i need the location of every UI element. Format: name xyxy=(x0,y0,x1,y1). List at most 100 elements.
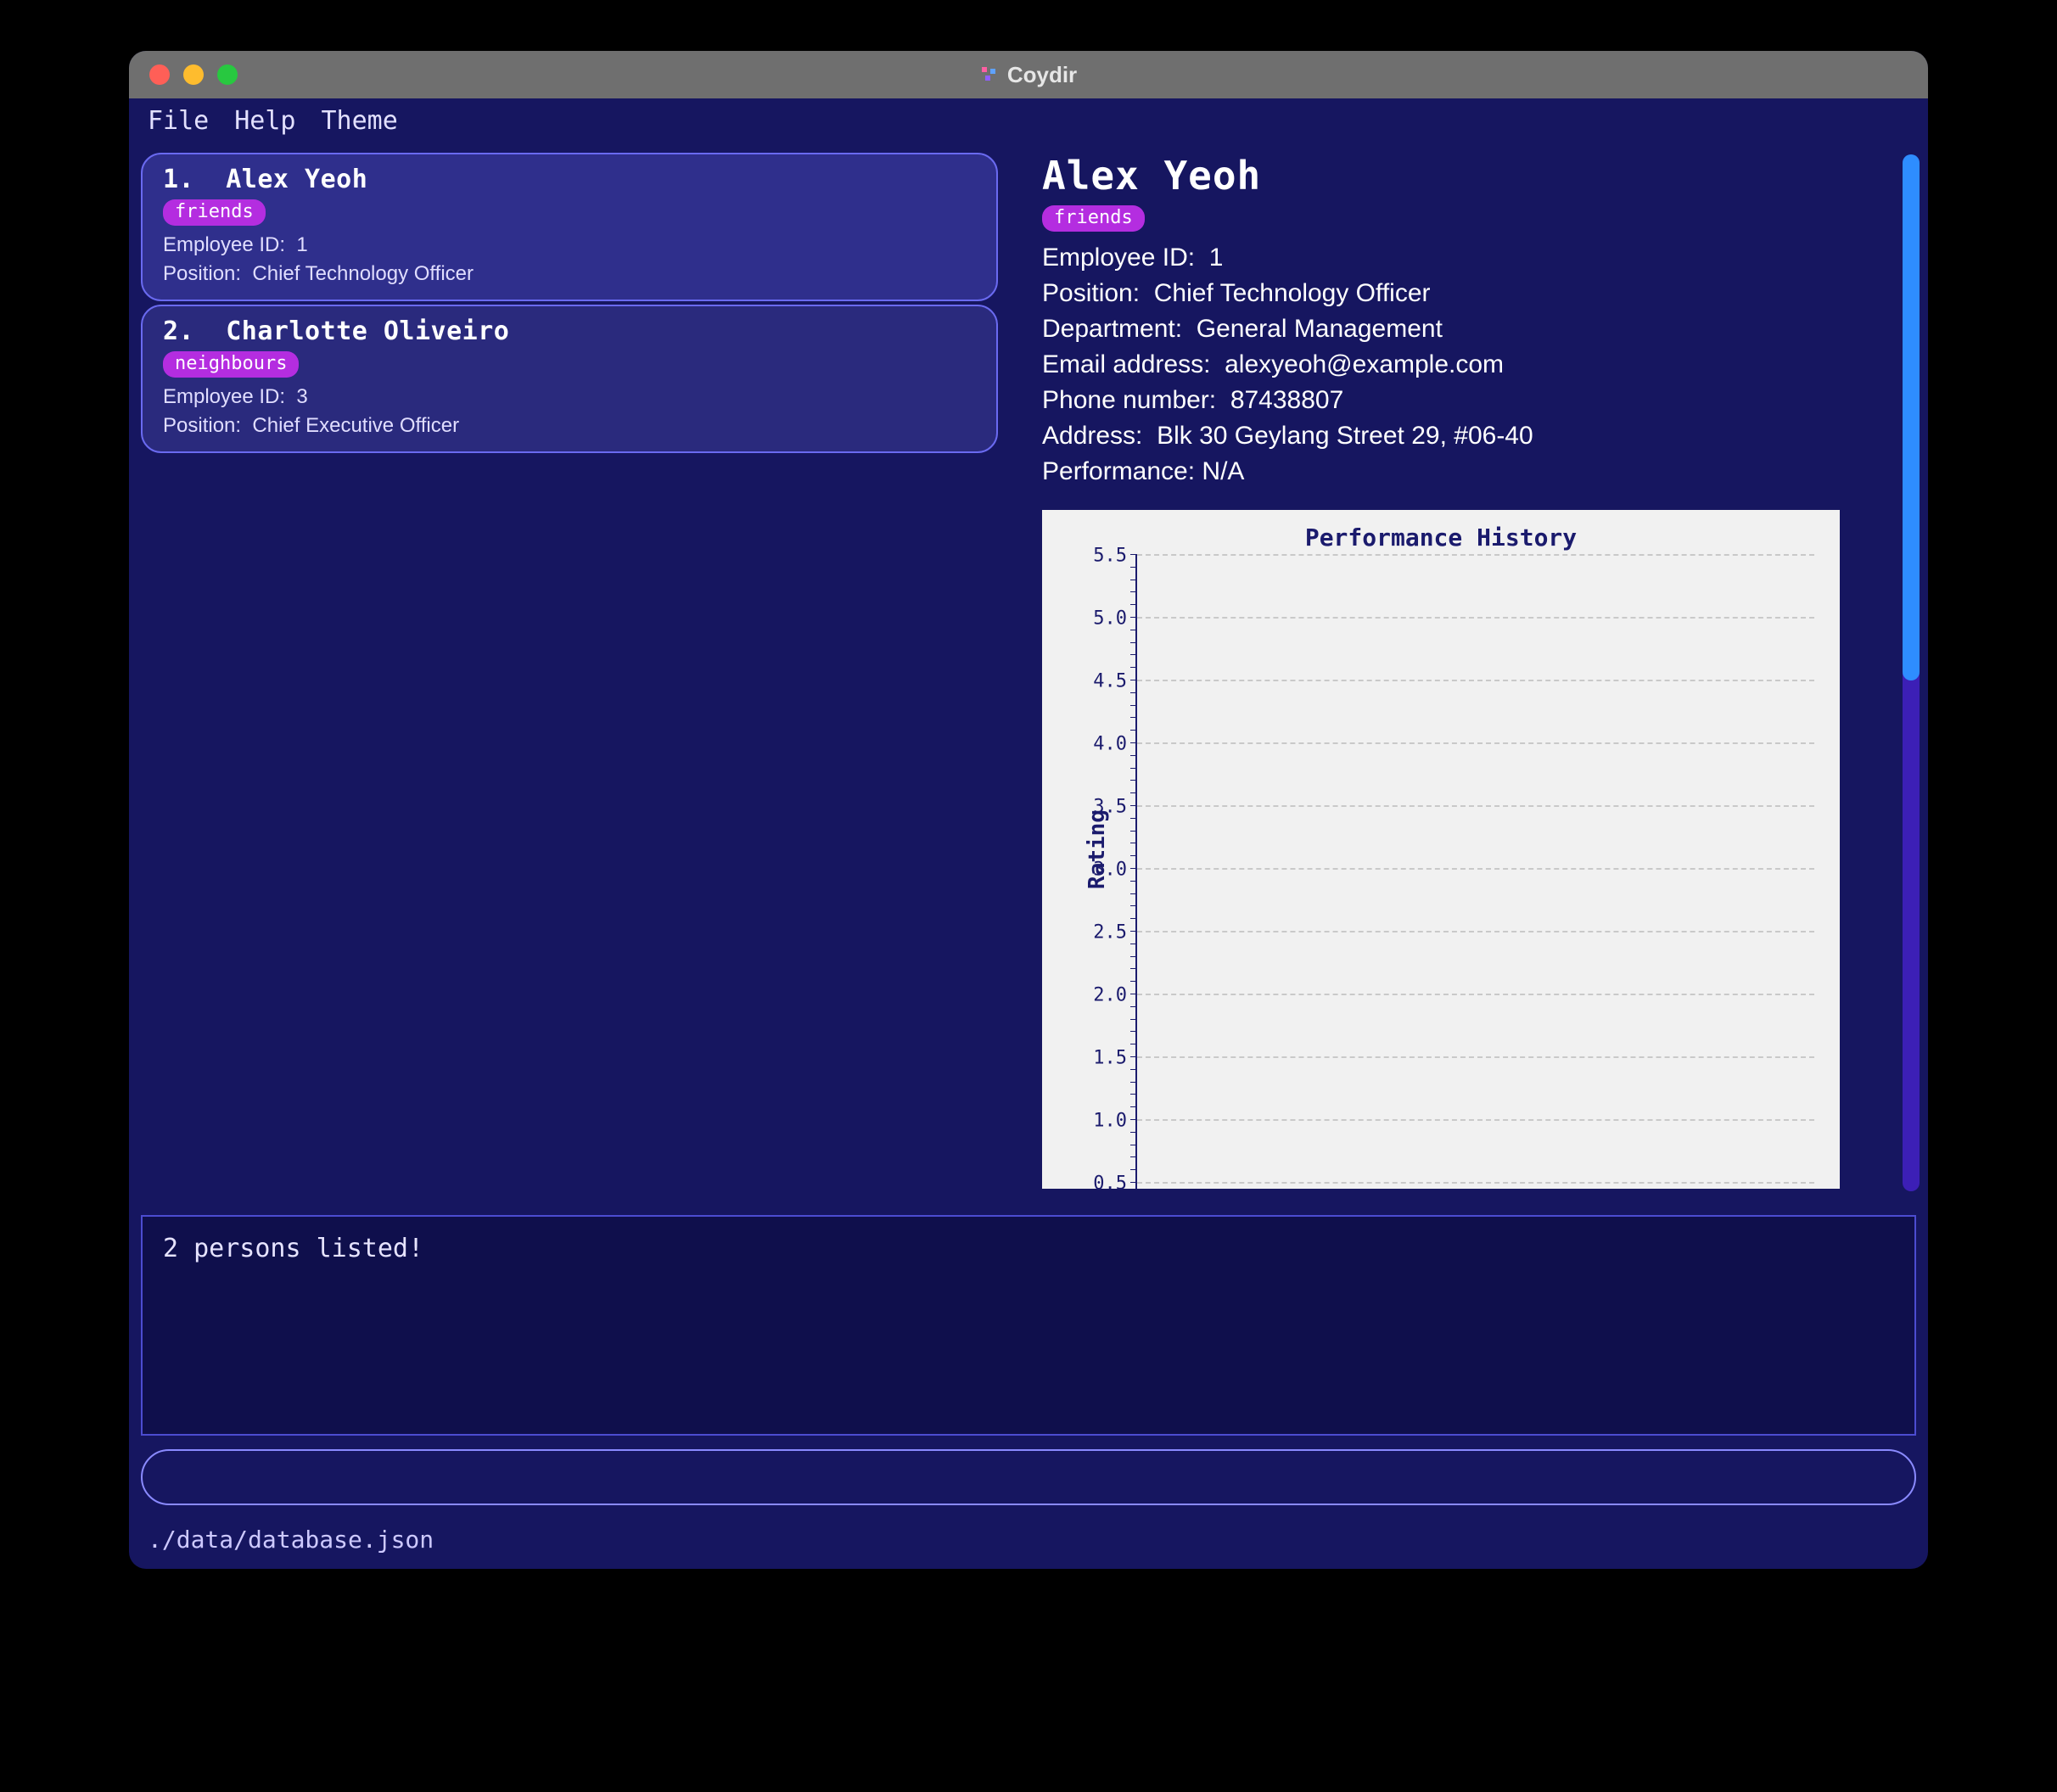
chart-minor-tick xyxy=(1130,855,1137,856)
detail-email: Email address: alexyeoh@example.com xyxy=(1042,347,1920,383)
detail-address: Address: Blk 30 Geylang Street 29, #06-4… xyxy=(1042,418,1920,454)
person-name: Charlotte Oliveiro xyxy=(226,316,509,346)
detail-phone: Phone number: 87438807 xyxy=(1042,383,1920,418)
chart-minor-tick xyxy=(1130,1031,1137,1032)
result-text: 2 persons listed! xyxy=(163,1234,423,1263)
person-list[interactable]: 1. Alex Yeoh friends Employee ID: 1 Posi… xyxy=(129,143,1012,1203)
chart-minor-tick xyxy=(1130,742,1137,743)
person-name: Alex Yeoh xyxy=(226,165,367,194)
chart-minor-tick xyxy=(1130,654,1137,655)
command-wrap xyxy=(141,1442,1916,1514)
detail-performance: Performance: N/A xyxy=(1042,454,1920,490)
window-title: Coydir xyxy=(129,62,1928,88)
chart-gridline: 1.5 xyxy=(1137,1056,1814,1058)
chart-minor-tick xyxy=(1130,1106,1137,1107)
chart-minor-tick xyxy=(1130,642,1137,643)
chart-plot-area: 0.51.01.52.02.53.03.54.04.55.05.5 xyxy=(1135,554,1814,1189)
command-input[interactable] xyxy=(141,1449,1916,1505)
chart-minor-tick xyxy=(1130,604,1137,605)
person-card[interactable]: 2. Charlotte Oliveiro neighbours Employe… xyxy=(141,305,998,453)
maximize-icon[interactable] xyxy=(217,64,238,85)
chart-ytick-label: 5.5 xyxy=(1093,546,1127,567)
chart-ytick-label: 2.5 xyxy=(1093,922,1127,944)
chart-minor-tick xyxy=(1130,1094,1137,1095)
chart-gridline: 5.5 xyxy=(1137,554,1814,556)
chart-minor-tick xyxy=(1130,905,1137,906)
person-position: Position: Chief Technology Officer xyxy=(163,260,976,288)
detail-employee-id: Employee ID: 1 xyxy=(1042,240,1920,276)
chart-title: Performance History xyxy=(1059,524,1823,552)
window-title-text: Coydir xyxy=(1007,62,1077,88)
chart-minor-tick xyxy=(1130,818,1137,819)
chart-ytick-label: 3.0 xyxy=(1093,860,1127,881)
close-icon[interactable] xyxy=(149,64,170,85)
detail-department: Department: General Management xyxy=(1042,311,1920,347)
chart-minor-tick xyxy=(1130,730,1137,731)
chart-minor-tick xyxy=(1130,554,1137,555)
chart-minor-tick xyxy=(1130,692,1137,693)
chart-minor-tick xyxy=(1130,1169,1137,1170)
chart-minor-tick xyxy=(1130,805,1137,806)
chart-ytick-label: 5.0 xyxy=(1093,608,1127,630)
result-panel: 2 persons listed! xyxy=(141,1215,1916,1436)
chart-minor-tick xyxy=(1130,893,1137,894)
chart-minor-tick xyxy=(1130,768,1137,769)
chart-minor-tick xyxy=(1130,1056,1137,1057)
chart-gridline: 0.5 xyxy=(1137,1182,1814,1184)
app-window: Coydir File Help Theme 1. Alex Yeoh frie… xyxy=(129,51,1928,1569)
titlebar: Coydir xyxy=(129,51,1928,98)
chart-minor-tick xyxy=(1130,956,1137,957)
chart-gridline: 3.5 xyxy=(1137,805,1814,807)
chart-minor-tick xyxy=(1130,868,1137,869)
scrollbar-thumb[interactable] xyxy=(1903,154,1920,680)
chart-minor-tick xyxy=(1130,1132,1137,1133)
chart-gridline: 3.0 xyxy=(1137,868,1814,870)
chart-ytick-label: 1.5 xyxy=(1093,1048,1127,1069)
chart-gridline: 2.0 xyxy=(1137,994,1814,995)
menu-file[interactable]: File xyxy=(148,106,209,136)
tag-badge: friends xyxy=(1042,205,1145,232)
menu-theme[interactable]: Theme xyxy=(322,106,398,136)
chart-minor-tick xyxy=(1130,567,1137,568)
detail-pane: Alex Yeoh friends Employee ID: 1 Positio… xyxy=(1012,143,1928,1203)
chart-gridline: 5.0 xyxy=(1137,617,1814,619)
person-index: 1. xyxy=(163,165,194,194)
chart-ytick-label: 0.5 xyxy=(1093,1173,1127,1195)
chart-ytick-label: 1.0 xyxy=(1093,1111,1127,1132)
detail-name: Alex Yeoh xyxy=(1042,153,1920,199)
chart-minor-tick xyxy=(1130,1019,1137,1020)
chart-minor-tick xyxy=(1130,617,1137,618)
chart-ytick-label: 4.0 xyxy=(1093,734,1127,755)
content-split: 1. Alex Yeoh friends Employee ID: 1 Posi… xyxy=(129,143,1928,1203)
chart-minor-tick xyxy=(1130,931,1137,932)
detail-body: friends Employee ID: 1 Position: Chief T… xyxy=(1042,204,1920,490)
menu-help[interactable]: Help xyxy=(234,106,295,136)
person-index: 2. xyxy=(163,316,194,346)
chart-minor-tick xyxy=(1130,881,1137,882)
chart-minor-tick xyxy=(1130,667,1137,668)
person-employee-id: Employee ID: 3 xyxy=(163,383,976,412)
status-bar: ./data/database.json xyxy=(129,1520,1928,1569)
minimize-icon[interactable] xyxy=(183,64,204,85)
chart-minor-tick xyxy=(1130,968,1137,969)
tag-badge: friends xyxy=(163,199,266,226)
chart-minor-tick xyxy=(1130,1119,1137,1120)
chart-minor-tick xyxy=(1130,792,1137,793)
chart-gridline: 4.5 xyxy=(1137,680,1814,681)
chart-ytick-label: 2.0 xyxy=(1093,985,1127,1006)
menubar: File Help Theme xyxy=(129,98,1928,143)
person-card-title: 2. Charlotte Oliveiro xyxy=(163,316,976,346)
status-path: ./data/database.json xyxy=(148,1526,434,1554)
chart-minor-tick xyxy=(1130,981,1137,982)
chart-minor-tick xyxy=(1130,1182,1137,1183)
chart-minor-tick xyxy=(1130,705,1137,706)
person-card[interactable]: 1. Alex Yeoh friends Employee ID: 1 Posi… xyxy=(141,153,998,301)
person-card-title: 1. Alex Yeoh xyxy=(163,165,976,194)
person-employee-id: Employee ID: 1 xyxy=(163,231,976,260)
chart-ytick-label: 3.5 xyxy=(1093,797,1127,818)
chart-gridline: 2.5 xyxy=(1137,931,1814,932)
chart-minor-tick xyxy=(1130,591,1137,592)
chart-minor-tick xyxy=(1130,831,1137,832)
chart-minor-tick xyxy=(1130,1156,1137,1157)
app-icon xyxy=(980,65,999,84)
